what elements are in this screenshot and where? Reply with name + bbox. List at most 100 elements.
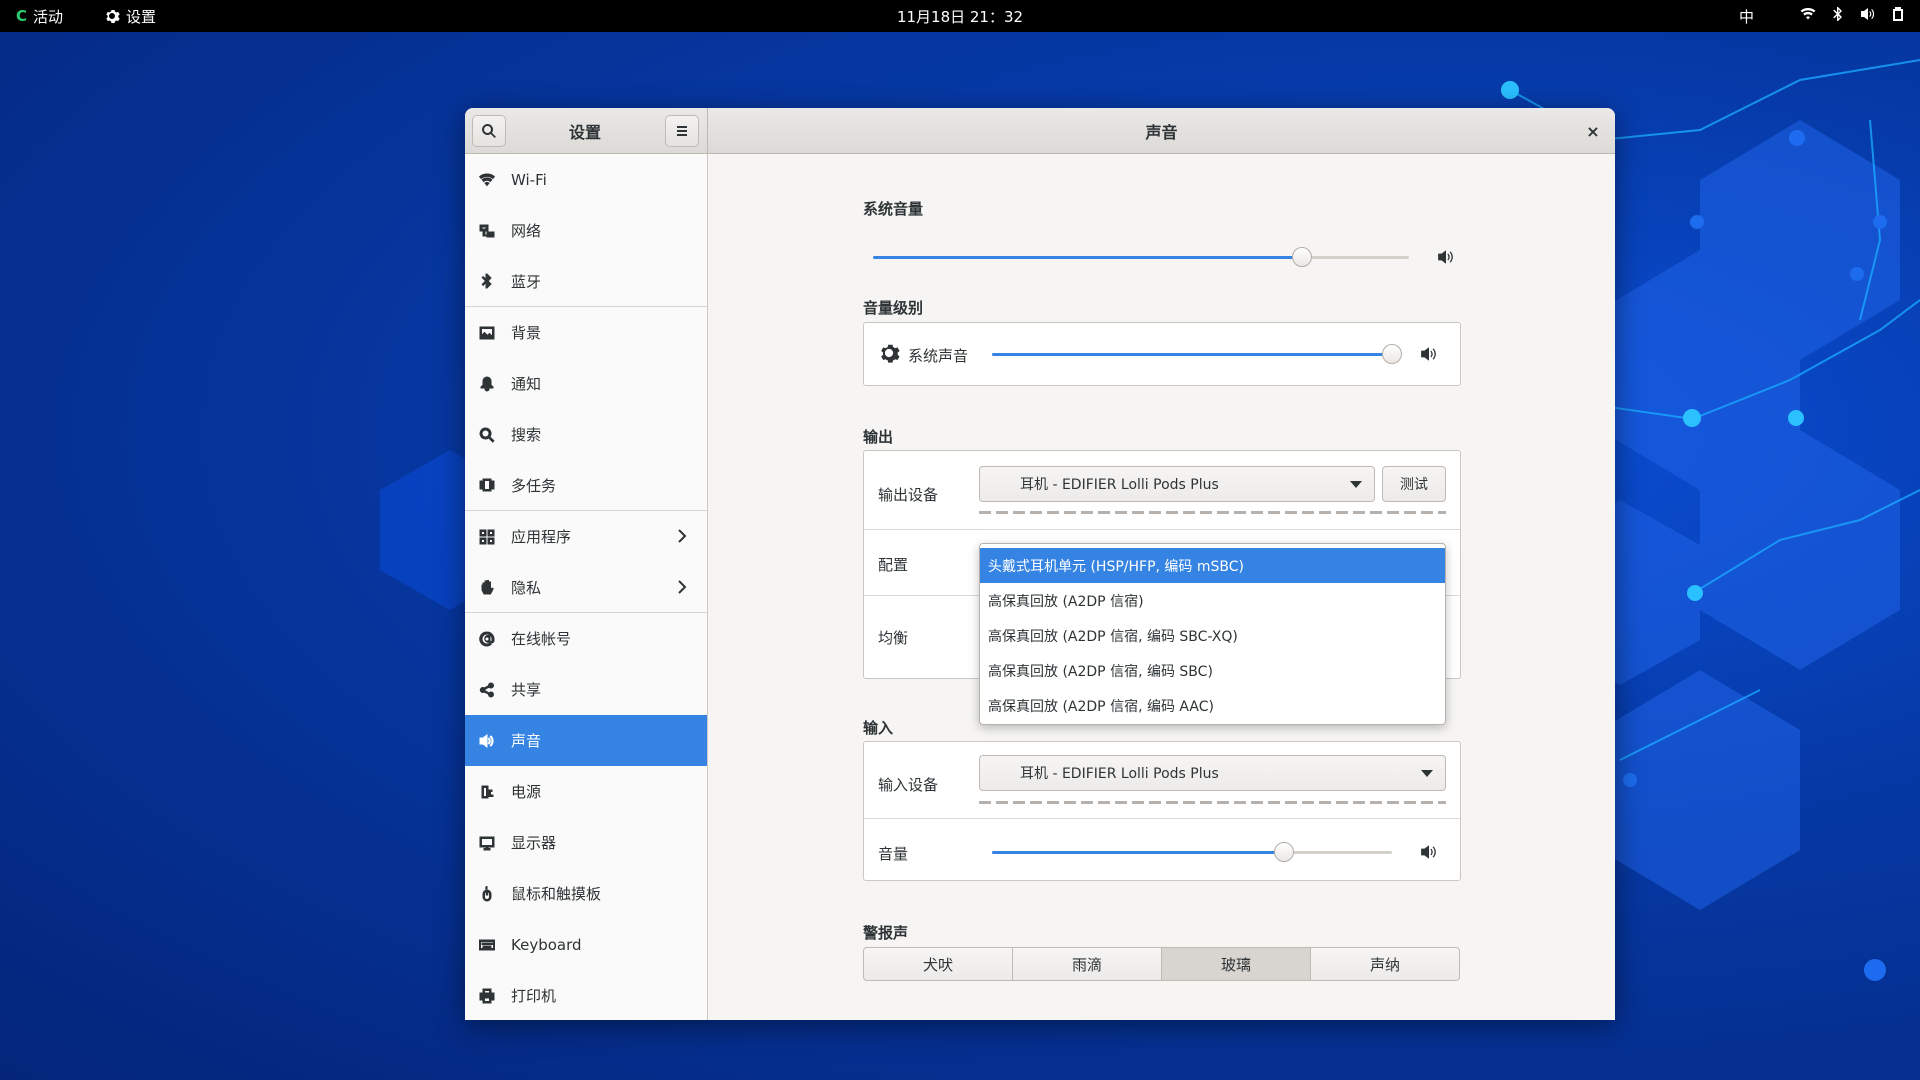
sidebar-item-label: 搜索 [511, 426, 542, 444]
sidebar-item-label: 共享 [511, 681, 542, 699]
sidebar-item-label: 隐私 [511, 578, 542, 597]
sidebar-item-mouse-touchpad[interactable]: 鼠标和触摸板 [465, 868, 707, 919]
sidebar-item-label: 在线帐号 [511, 630, 572, 648]
system-sounds-slider[interactable] [992, 344, 1402, 364]
output-device-combo[interactable]: 耳机 - EDIFIER Lolli Pods Plus [979, 466, 1375, 502]
config-option[interactable]: 头戴式耳机单元 (HSP/HFP, 编码 mSBC) [980, 548, 1445, 583]
main-menu-button[interactable] [665, 115, 699, 147]
activities-button[interactable]: C 活动 [16, 0, 63, 32]
sidebar-item-label: 鼠标和触摸板 [511, 885, 602, 903]
slider-knob[interactable] [1382, 344, 1402, 364]
chevron-right-icon [675, 527, 689, 545]
sidebar-item-label: 通知 [511, 375, 542, 393]
alert-option-sonar[interactable]: 声纳 [1310, 947, 1460, 981]
sidebar-item-label: 声音 [511, 732, 542, 750]
sidebar-item-notifications[interactable]: 通知 [465, 358, 707, 409]
sidebar-item-label: 背景 [511, 324, 542, 342]
input-volume-label: 音量 [878, 845, 909, 863]
input-frame: 输入设备 耳机 - EDIFIER Lolli Pods Plus 音量 [863, 741, 1461, 881]
background-icon [478, 324, 496, 342]
mouse-icon [478, 885, 496, 903]
dropdown-arrow-icon [1350, 481, 1362, 488]
header-bar: 设置 声音 × [465, 108, 1615, 154]
row-divider [864, 529, 1460, 530]
sidebar-item-label: 多任务 [511, 476, 557, 495]
power-icon [478, 783, 496, 801]
at-icon [478, 630, 496, 648]
input-device-combo[interactable]: 耳机 - EDIFIER Lolli Pods Plus [979, 755, 1446, 791]
apps-icon [478, 528, 496, 546]
config-option[interactable]: 高保真回放 (A2DP 信宿) [980, 583, 1445, 618]
slider-knob[interactable] [1291, 247, 1312, 267]
system-volume-slider[interactable] [873, 247, 1409, 267]
sidebar-item-printers[interactable]: 打印机 [465, 970, 707, 1020]
volume-icon [1860, 6, 1876, 26]
sidebar-item-label: 打印机 [511, 987, 557, 1005]
search-icon [481, 123, 497, 139]
app-menu-button[interactable]: 设置 [104, 0, 156, 32]
sidebar-item-background[interactable]: 背景 [465, 307, 707, 358]
system-tray[interactable]: 中 [1739, 0, 1906, 32]
wifi-icon [1800, 6, 1816, 26]
output-level-meter [979, 511, 1446, 514]
sidebar-item-sharing[interactable]: 共享 [465, 664, 707, 715]
network-icon [478, 222, 496, 240]
clock-container: 11月18日 21：32 [0, 0, 1920, 32]
slider-fill [992, 851, 1284, 854]
slider-knob[interactable] [1274, 842, 1294, 862]
sidebar-item-sound[interactable]: 声音 [465, 715, 707, 766]
share-icon [478, 681, 496, 699]
speaker-icon[interactable] [1437, 248, 1455, 266]
wifi-icon [478, 171, 496, 189]
input-heading: 输入 [863, 719, 894, 737]
top-bar: C 活动 设置 11月18日 21：32 中 [0, 0, 1920, 32]
configuration-dropdown: 头戴式耳机单元 (HSP/HFP, 编码 mSBC) 高保真回放 (A2DP 信… [979, 543, 1446, 725]
sidebar-item-keyboard[interactable]: Keyboard [465, 919, 707, 970]
output-heading: 输出 [863, 428, 894, 446]
slider-fill [873, 256, 1302, 259]
input-volume-slider[interactable] [992, 842, 1392, 862]
configuration-label: 配置 [878, 556, 909, 574]
balance-label: 均衡 [878, 629, 909, 647]
close-button[interactable]: × [1581, 119, 1605, 143]
config-option[interactable]: 高保真回放 (A2DP 信宿, 编码 AAC) [980, 688, 1445, 723]
sidebar-item-label: 显示器 [511, 834, 557, 852]
speaker-icon[interactable] [1420, 345, 1438, 363]
gear-icon [104, 8, 120, 24]
power-menu-icon [1890, 6, 1906, 26]
output-device-value: 耳机 - EDIFIER Lolli Pods Plus [1020, 477, 1219, 493]
sidebar-item-multitasking[interactable]: 多任务 [465, 460, 707, 511]
alert-sound-heading: 警报声 [863, 924, 909, 942]
alert-option-drip[interactable]: 雨滴 [1012, 947, 1162, 981]
sidebar-item-displays[interactable]: 显示器 [465, 817, 707, 868]
slider-fill [992, 353, 1392, 356]
sidebar-item-privacy[interactable]: 隐私 [465, 562, 707, 613]
sidebar-item-search[interactable]: 搜索 [465, 409, 707, 460]
sidebar-item-online-accounts[interactable]: 在线帐号 [465, 613, 707, 664]
sidebar-item-power[interactable]: 电源 [465, 766, 707, 817]
config-option[interactable]: 高保真回放 (A2DP 信宿, 编码 SBC) [980, 653, 1445, 688]
alert-option-bark[interactable]: 犬吠 [863, 947, 1013, 981]
sidebar-item-label: 网络 [511, 222, 542, 240]
speaker-icon[interactable] [1420, 843, 1438, 861]
sidebar-item-bluetooth[interactable]: 蓝牙 [465, 256, 707, 307]
app-menu-label: 设置 [126, 7, 157, 26]
sidebar-item-label: 电源 [511, 783, 542, 801]
system-sounds-label: 系统声音 [908, 347, 969, 365]
sidebar-item-network[interactable]: 网络 [465, 205, 707, 256]
config-option[interactable]: 高保真回放 (A2DP 信宿, 编码 SBC-XQ) [980, 618, 1445, 653]
keyboard-icon [478, 936, 496, 954]
bell-icon [478, 375, 496, 393]
bluetooth-icon [1830, 6, 1846, 26]
clock-button[interactable]: 11月18日 21：32 [897, 6, 1023, 27]
test-button[interactable]: 测试 [1382, 466, 1446, 502]
input-method-indicator[interactable]: 中 [1739, 6, 1754, 27]
dropdown-arrow-icon [1421, 770, 1433, 777]
search-button[interactable] [472, 115, 506, 147]
sidebar-item-wifi[interactable]: Wi-Fi [465, 154, 707, 205]
alert-option-glass[interactable]: 玻璃 [1161, 947, 1311, 981]
sidebar-item-apps[interactable]: 应用程序 [465, 511, 707, 562]
sidebar-item-label: 蓝牙 [511, 272, 542, 291]
multitasking-icon [478, 476, 496, 494]
hamburger-icon [674, 123, 690, 139]
